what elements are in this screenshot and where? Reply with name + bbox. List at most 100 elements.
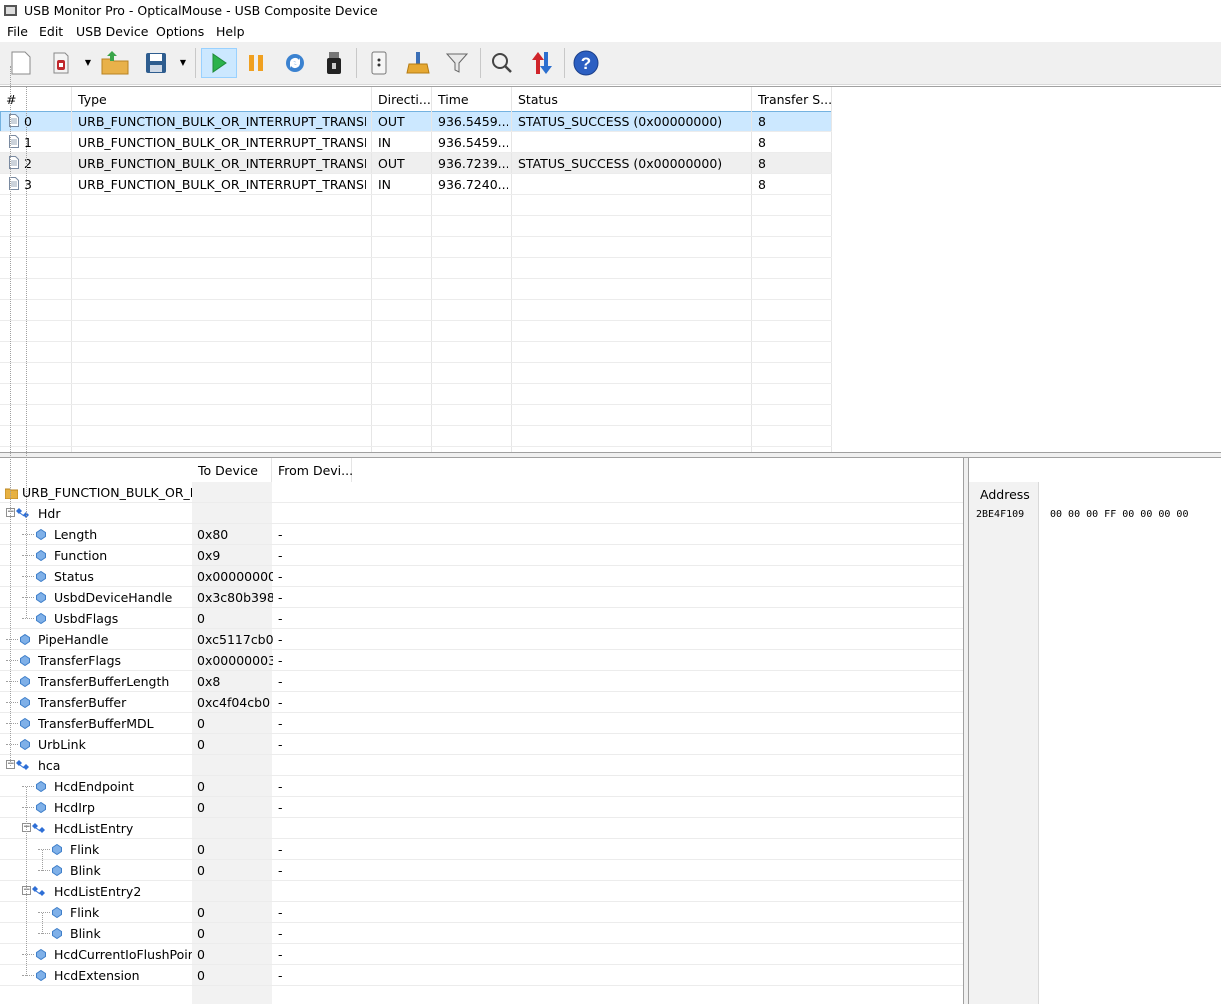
to-device-value: 0 xyxy=(197,968,205,983)
to-device-value: 0x8 xyxy=(197,674,221,689)
properties-button[interactable] xyxy=(364,48,394,78)
tree-row[interactable]: TransferFlags 0x00000003 (- xyxy=(0,650,963,671)
app-icon xyxy=(4,5,17,16)
grid-row-line xyxy=(0,404,832,405)
table-row[interactable]: 2 URB_FUNCTION_BULK_OR_INTERRUPT_TRANSF..… xyxy=(0,153,832,174)
field-icon xyxy=(52,865,62,876)
menu-edit[interactable]: Edit xyxy=(39,24,63,39)
tree-row[interactable]: Function 0x9 - xyxy=(0,545,963,566)
column-header-time[interactable]: Time xyxy=(432,87,512,109)
clear-button[interactable] xyxy=(403,48,433,78)
usb-device-button[interactable] xyxy=(319,48,349,78)
tree-row[interactable]: UsbdDeviceHandle 0x3c80b398- xyxy=(0,587,963,608)
table-row[interactable]: 0 URB_FUNCTION_BULK_OR_INTERRUPT_TRANSF..… xyxy=(0,111,832,132)
from-device-value: - xyxy=(278,590,283,605)
menu-file[interactable]: File xyxy=(7,24,28,39)
tree-row[interactable]: UsbdFlags 0 - xyxy=(0,608,963,629)
from-device-value: - xyxy=(278,611,283,626)
help-button[interactable]: ? xyxy=(571,48,601,78)
tree-row[interactable]: TransferBufferMDL 0 - xyxy=(0,713,963,734)
tree-row[interactable]: − HcdListEntry xyxy=(0,818,963,839)
from-device-value: - xyxy=(278,716,283,731)
tree-row[interactable]: − Hdr xyxy=(0,503,963,524)
refresh-button[interactable] xyxy=(280,48,310,78)
tree-row[interactable]: UrbLink 0 - xyxy=(0,734,963,755)
tree-row[interactable]: HcdIrp 0 - xyxy=(0,797,963,818)
field-name: HcdExtension xyxy=(54,968,140,983)
menu-usb-device[interactable]: USB Device xyxy=(76,24,148,39)
column-header-type[interactable]: Type xyxy=(72,87,372,109)
to-device-value: 0x80 xyxy=(197,527,229,542)
cell-status: STATUS_SUCCESS (0x00000000) xyxy=(518,114,723,129)
menu-options[interactable]: Options xyxy=(156,24,204,39)
address-column xyxy=(969,482,1039,1004)
column-header-direction[interactable]: Directi... xyxy=(372,87,432,109)
start-icon xyxy=(212,53,227,73)
structure-icon xyxy=(16,508,29,518)
cell-transfer-size: 8 xyxy=(758,135,766,150)
menu-bar: File Edit USB Device Options Help xyxy=(0,22,1221,42)
pause-icon xyxy=(249,55,263,71)
from-device-value: - xyxy=(278,527,283,542)
from-device-value: - xyxy=(278,863,283,878)
tree-row[interactable]: − hca xyxy=(0,755,963,776)
chevron-down-icon[interactable]: ▼ xyxy=(83,54,93,70)
column-header-to-device[interactable]: To Device xyxy=(192,458,272,482)
grid-row-line xyxy=(0,257,832,258)
grid-row-line xyxy=(0,152,832,153)
tree-row[interactable]: HcdCurrentIoFlushPointer 0 - xyxy=(0,944,963,965)
device-button[interactable] xyxy=(46,48,76,78)
tree-root-row[interactable]: URB_FUNCTION_BULK_OR_IN xyxy=(0,482,963,503)
tree-row[interactable]: Blink 0 - xyxy=(0,923,963,944)
cell-number: 3 xyxy=(24,177,32,192)
hex-bytes[interactable]: 00 00 00 FF 00 00 00 00 xyxy=(1050,509,1188,520)
toolbar: ▼ ▼ ? xyxy=(0,42,1221,85)
to-device-value: 0 xyxy=(197,779,205,794)
tree-row[interactable]: HcdExtension 0 - xyxy=(0,965,963,986)
toolbar-separator xyxy=(356,48,357,78)
tree-row[interactable]: PipeHandle 0xc5117cb0- xyxy=(0,629,963,650)
from-device-value: - xyxy=(278,905,283,920)
to-device-value: 0xc4f04cb0 xyxy=(197,695,271,710)
window-title: USB Monitor Pro - OpticalMouse - USB Com… xyxy=(24,3,378,18)
filter-button[interactable] xyxy=(442,48,472,78)
tree-row[interactable]: Status 0x00000000 (- xyxy=(0,566,963,587)
field-name: TransferBufferLength xyxy=(38,674,170,689)
tree-row[interactable]: HcdEndpoint 0 - xyxy=(0,776,963,797)
field-name: UsbdFlags xyxy=(54,611,119,626)
to-device-value: 0 xyxy=(197,863,205,878)
column-header-transfer-size[interactable]: Transfer S... xyxy=(752,87,832,109)
to-device-value: 0 xyxy=(197,716,205,731)
cell-type: URB_FUNCTION_BULK_OR_INTERRUPT_TRANSF... xyxy=(78,177,366,192)
sort-button[interactable] xyxy=(526,48,556,78)
table-row[interactable]: 3 URB_FUNCTION_BULK_OR_INTERRUPT_TRANSF..… xyxy=(0,174,832,195)
cell-number: 2 xyxy=(24,156,32,171)
tree-row[interactable]: Flink 0 - xyxy=(0,902,963,923)
search-button[interactable] xyxy=(487,48,517,78)
field-name: UrbLink xyxy=(38,737,86,752)
tree-row[interactable]: Length 0x80 - xyxy=(0,524,963,545)
tree-row[interactable]: Flink 0 - xyxy=(0,839,963,860)
tree-row[interactable]: TransferBuffer 0xc4f04cb0- xyxy=(0,692,963,713)
grid-row-line xyxy=(0,299,832,300)
from-device-value: - xyxy=(278,695,283,710)
open-button[interactable] xyxy=(100,48,130,78)
column-header-from-device[interactable]: From Devi... xyxy=(272,458,353,482)
table-row[interactable]: 1 URB_FUNCTION_BULK_OR_INTERRUPT_TRANSF..… xyxy=(0,132,832,153)
tree-row[interactable]: − HcdListEntry2 xyxy=(0,881,963,902)
grid-row-line xyxy=(0,425,832,426)
chevron-down-icon[interactable]: ▼ xyxy=(178,54,188,70)
tree-root-label: URB_FUNCTION_BULK_OR_IN xyxy=(22,485,192,500)
field-icon xyxy=(52,844,62,855)
save-button[interactable] xyxy=(141,48,171,78)
field-icon xyxy=(52,907,62,918)
title-bar: USB Monitor Pro - OpticalMouse - USB Com… xyxy=(0,0,1221,22)
tree-row[interactable]: Blink 0 - xyxy=(0,860,963,881)
to-device-value: 0 xyxy=(197,905,205,920)
start-button[interactable] xyxy=(201,48,237,78)
to-device-value: 0 xyxy=(197,737,205,752)
column-header-status[interactable]: Status xyxy=(512,87,752,109)
pause-button[interactable] xyxy=(241,48,271,78)
tree-row[interactable]: TransferBufferLength 0x8 - xyxy=(0,671,963,692)
menu-help[interactable]: Help xyxy=(216,24,245,39)
